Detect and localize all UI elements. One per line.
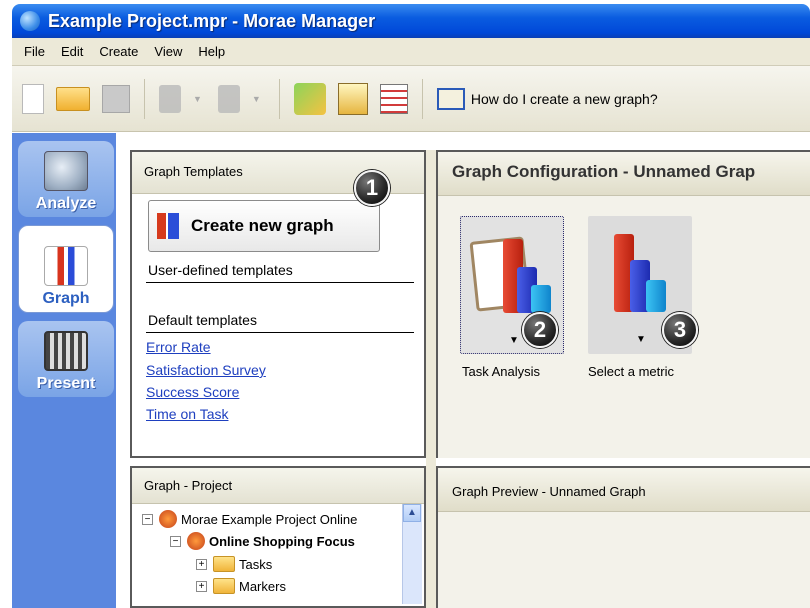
tree-item-tasks[interactable]: + Tasks bbox=[196, 556, 272, 572]
graph-configuration-panel: Graph Configuration - Unnamed Grap ▼ 2 T… bbox=[436, 150, 810, 458]
left-tab-strip: Analyze Graph Present bbox=[12, 133, 116, 608]
create-new-graph-button[interactable]: Create new graph bbox=[148, 200, 380, 252]
undo-dropdown-icon[interactable]: ▼ bbox=[193, 94, 202, 104]
magnifier-icon bbox=[44, 151, 88, 191]
expand-icon[interactable]: + bbox=[196, 558, 207, 570]
tab-analyze-label: Analyze bbox=[35, 195, 97, 212]
tree-item-label: Tasks bbox=[239, 556, 273, 572]
tab-graph[interactable]: Graph bbox=[18, 225, 114, 313]
user-defined-heading: User-defined templates bbox=[148, 262, 293, 278]
help-question-link[interactable]: How do I create a new graph? bbox=[436, 87, 658, 110]
graph-templates-panel: Graph Templates Create new graph 1 User-… bbox=[130, 150, 426, 458]
folder-icon bbox=[213, 556, 235, 572]
tree-item-study[interactable]: − Online Shopping Focus bbox=[170, 532, 355, 550]
graph-preview-title: Graph Preview - Unnamed Graph bbox=[438, 468, 810, 512]
open-folder-icon[interactable] bbox=[56, 86, 90, 111]
dropdown-caret-icon[interactable]: ▼ bbox=[509, 335, 519, 346]
panel-splitter[interactable] bbox=[426, 150, 436, 608]
dropdown-caret-icon[interactable]: ▼ bbox=[636, 334, 646, 345]
scroll-up-icon[interactable]: ▲ bbox=[403, 504, 421, 522]
help-book-icon bbox=[436, 87, 465, 110]
tree-item-label: Morae Example Project Online bbox=[181, 511, 358, 527]
menu-view[interactable]: View bbox=[146, 44, 190, 59]
title-bar: Example Project.mpr - Morae Manager bbox=[12, 4, 810, 38]
menu-edit[interactable]: Edit bbox=[53, 44, 91, 59]
section-divider bbox=[146, 332, 414, 333]
help-question-label: How do I create a new graph? bbox=[470, 90, 658, 107]
template-link-error-rate[interactable]: Error Rate bbox=[146, 339, 211, 355]
toolbar: ▼ ▼ How do I create a new graph? bbox=[12, 66, 810, 132]
menu-file[interactable]: File bbox=[16, 44, 53, 59]
window-title: Example Project.mpr - Morae Manager bbox=[48, 10, 376, 31]
template-link-success-score[interactable]: Success Score bbox=[146, 384, 239, 400]
vertical-scrollbar[interactable]: ▲ bbox=[402, 504, 422, 604]
tab-analyze[interactable]: Analyze bbox=[18, 141, 114, 217]
collapse-icon[interactable]: − bbox=[142, 513, 153, 525]
folder-icon bbox=[213, 578, 235, 594]
callout-badge-1: 1 bbox=[354, 170, 390, 206]
menu-create[interactable]: Create bbox=[91, 44, 146, 59]
study-icon bbox=[187, 532, 205, 550]
tab-graph-label: Graph bbox=[42, 290, 90, 307]
film-icon bbox=[44, 331, 88, 371]
collapse-icon[interactable]: − bbox=[170, 535, 181, 547]
template-link-satisfaction-survey[interactable]: Satisfaction Survey bbox=[146, 362, 266, 378]
graph-configuration-title: Graph Configuration - Unnamed Grap bbox=[438, 152, 810, 196]
section-divider bbox=[146, 282, 414, 283]
default-templates-heading: Default templates bbox=[148, 312, 257, 328]
bar-chart-icon bbox=[157, 213, 179, 239]
checklist-icon[interactable] bbox=[379, 83, 408, 114]
select-metric-label: Select a metric bbox=[588, 364, 674, 379]
save-icon[interactable] bbox=[102, 84, 130, 113]
new-file-icon[interactable] bbox=[22, 83, 44, 114]
redo-dropdown-icon[interactable]: ▼ bbox=[252, 94, 261, 104]
graph-project-panel: Graph - Project − Morae Example Project … bbox=[130, 466, 426, 608]
callout-badge-2: 2 bbox=[522, 312, 558, 348]
project-icon bbox=[159, 510, 177, 528]
expand-icon[interactable]: + bbox=[196, 580, 207, 592]
metric-chart-icon bbox=[600, 230, 680, 318]
toolbar-separator bbox=[278, 78, 280, 119]
morae-app-icon bbox=[20, 11, 40, 31]
tab-present[interactable]: Present bbox=[18, 321, 114, 397]
export-icon[interactable] bbox=[293, 82, 326, 115]
bar-icon bbox=[646, 280, 666, 312]
tree-item-markers[interactable]: + Markers bbox=[196, 578, 286, 594]
graph-icon bbox=[44, 246, 88, 286]
menu-help[interactable]: Help bbox=[190, 44, 233, 59]
template-link-time-on-task[interactable]: Time on Task bbox=[146, 406, 228, 422]
callout-badge-3: 3 bbox=[662, 312, 698, 348]
tree-item-label: Markers bbox=[239, 578, 286, 594]
print-icon[interactable] bbox=[337, 82, 368, 115]
undo-icon[interactable] bbox=[159, 84, 181, 113]
toolbar-separator bbox=[421, 78, 423, 119]
redo-icon[interactable] bbox=[217, 84, 240, 113]
toolbar-separator bbox=[144, 78, 145, 119]
menu-bar: File Edit Create View Help bbox=[12, 38, 810, 66]
tree-item-label: Online Shopping Focus bbox=[209, 533, 355, 549]
task-analysis-icon bbox=[469, 231, 553, 319]
graph-preview-panel: Graph Preview - Unnamed Graph bbox=[436, 466, 810, 608]
task-analysis-label: Task Analysis bbox=[462, 364, 541, 379]
tree-item-project[interactable]: − Morae Example Project Online bbox=[142, 510, 357, 528]
tab-present-label: Present bbox=[36, 375, 96, 392]
create-new-graph-label: Create new graph bbox=[191, 216, 334, 235]
bar-icon bbox=[531, 285, 551, 313]
graph-project-title: Graph - Project bbox=[132, 468, 424, 504]
